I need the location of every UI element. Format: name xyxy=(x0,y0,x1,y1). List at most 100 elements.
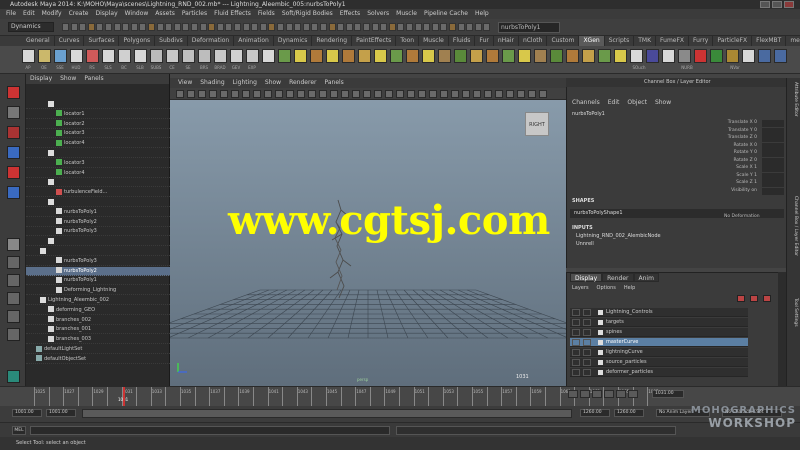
shelf-tool-icon[interactable] xyxy=(614,49,627,63)
channel-attribute-value[interactable] xyxy=(762,172,784,180)
layer-visibility-toggle[interactable] xyxy=(572,349,580,356)
outliner-row[interactable]: Lightning_Aleembic_002 xyxy=(26,296,170,305)
outliner-row[interactable]: nurbsToPoly3 xyxy=(26,227,170,237)
menu-fluid-effects[interactable]: Fluid Effects xyxy=(214,9,251,19)
channel-box-menu-show[interactable]: Show xyxy=(655,98,671,108)
outliner-menu-panels[interactable]: Panels xyxy=(84,74,103,84)
channel-attribute-label[interactable]: Rotate X 0 xyxy=(640,143,760,148)
status-line-icon[interactable] xyxy=(354,23,362,31)
status-line-icon[interactable] xyxy=(182,23,190,31)
viewport-tool-icon[interactable] xyxy=(528,90,536,98)
outliner-row[interactable]: branches_002 xyxy=(26,316,170,325)
viewport-tool-icon[interactable] xyxy=(187,90,195,98)
close-button[interactable] xyxy=(784,1,794,8)
status-line-icon[interactable] xyxy=(87,23,95,31)
menu-create[interactable]: Create xyxy=(69,9,89,19)
status-line-icon[interactable] xyxy=(79,23,87,31)
viewport-menu-view[interactable]: View xyxy=(178,78,192,88)
go-to-end-icon[interactable] xyxy=(628,390,638,398)
shelf-tool-icon[interactable] xyxy=(390,49,403,63)
status-line-icon[interactable] xyxy=(345,23,353,31)
channel-attribute-label[interactable]: Translate Y 0 xyxy=(640,128,760,133)
status-line-icon[interactable] xyxy=(251,23,259,31)
viewport-tool-icon[interactable] xyxy=(385,90,393,98)
viewport-tool-icon[interactable] xyxy=(319,90,327,98)
shelf-tool-icon[interactable] xyxy=(422,49,435,63)
layer-color-swatch[interactable] xyxy=(598,340,603,345)
status-line-icon[interactable] xyxy=(139,23,147,31)
outliner-row[interactable]: branches_003 xyxy=(26,335,170,345)
status-line-icon[interactable] xyxy=(474,23,482,31)
lasso-tool-icon[interactable] xyxy=(7,106,20,119)
viewcube[interactable]: RIGHT xyxy=(525,112,549,136)
shelf-tool-icon[interactable] xyxy=(166,49,179,63)
viewport-menu-panels[interactable]: Panels xyxy=(324,78,343,88)
shelf-tool-icon[interactable] xyxy=(726,49,739,63)
shelf-tool-icon[interactable] xyxy=(566,49,579,63)
status-line-icon[interactable] xyxy=(320,23,327,31)
layer-display-type-toggle[interactable] xyxy=(583,309,591,316)
sidebar-tab[interactable]: Channel Box / Layer Editor xyxy=(793,196,798,256)
status-line-icon[interactable] xyxy=(294,23,302,31)
layer-tab-display[interactable]: Display xyxy=(570,273,603,282)
outliner-row[interactable]: locator2 xyxy=(26,120,170,129)
channel-attribute-label[interactable]: Rotate Z 0 xyxy=(640,158,760,163)
shelf-tab-painteffects[interactable]: PaintEffects xyxy=(352,36,397,46)
channel-attribute-label[interactable]: Visibility on xyxy=(640,188,760,193)
layer-color-swatch[interactable] xyxy=(598,350,603,355)
outliner-row[interactable]: nurbsToPoly1 xyxy=(26,276,170,286)
viewport-tool-icon[interactable] xyxy=(275,90,283,98)
channel-attribute-label[interactable]: Rotate Y 0 xyxy=(640,150,760,155)
layer-row[interactable]: masterCurve xyxy=(570,338,748,347)
status-line-icon[interactable] xyxy=(483,23,491,31)
outliner-row[interactable] xyxy=(26,198,170,207)
status-line-icon[interactable] xyxy=(380,23,388,31)
shelf-tab-nhair[interactable]: nHair xyxy=(494,36,519,46)
menu-display[interactable]: Display xyxy=(96,9,118,19)
layer-visibility-toggle[interactable] xyxy=(572,359,580,366)
shelf-tool-icon[interactable] xyxy=(70,49,83,63)
rotate-tool-icon[interactable] xyxy=(7,166,20,179)
shelf-tab-deformation[interactable]: Deformation xyxy=(188,36,235,46)
channel-attribute-label[interactable]: Scale Y 1 xyxy=(640,173,760,178)
channel-attribute-label[interactable]: Translate X 0 xyxy=(640,120,760,125)
status-line-icon[interactable] xyxy=(397,23,405,31)
layer-visibility-toggle[interactable] xyxy=(572,319,580,326)
viewport-tool-icon[interactable] xyxy=(429,90,437,98)
shelf-tab-animation[interactable]: Animation xyxy=(234,36,274,46)
viewport-tool-icon[interactable] xyxy=(198,90,206,98)
shelf-tool-icon[interactable] xyxy=(38,49,51,63)
channel-attribute-label[interactable]: Scale Z 1 xyxy=(640,180,760,185)
shelf-tool-icon[interactable] xyxy=(118,49,131,63)
outliner-row[interactable]: nurbsToPoly2 xyxy=(26,218,170,227)
channel-attribute-value[interactable] xyxy=(762,120,784,127)
viewport-tool-icon[interactable] xyxy=(484,90,492,98)
shelf-tool-icon[interactable] xyxy=(374,49,387,63)
shelf-tab-surfaces[interactable]: Surfaces xyxy=(84,36,120,46)
channel-attribute-value[interactable] xyxy=(762,157,784,165)
layer-color-swatch[interactable] xyxy=(598,310,603,315)
outliner-row[interactable]: locator3 xyxy=(26,159,170,168)
minimize-button[interactable] xyxy=(760,1,770,8)
select-tool-icon[interactable] xyxy=(7,86,20,99)
shelf-tool-icon[interactable] xyxy=(742,49,755,63)
layer-display-type-toggle[interactable] xyxy=(583,349,591,356)
viewport-tool-icon[interactable] xyxy=(396,90,404,98)
layer-display-type-toggle[interactable] xyxy=(583,319,591,326)
shelf-tab-ncloth[interactable]: nCloth xyxy=(519,36,548,46)
outliner-menu-show[interactable]: Show xyxy=(60,74,76,84)
shelf-tool-icon[interactable] xyxy=(214,49,227,63)
name-field[interactable]: nurbsToPoly1 xyxy=(498,22,560,33)
shelf-tool-icon[interactable] xyxy=(646,49,659,63)
outliner-layout-icon[interactable] xyxy=(7,292,20,305)
viewport-tool-icon[interactable] xyxy=(242,90,250,98)
channel-box-menu-object[interactable]: Object xyxy=(627,98,647,108)
viewport-menu-renderer[interactable]: Renderer xyxy=(289,78,316,88)
layer-row[interactable]: source_particles xyxy=(570,358,748,367)
render-layout-icon[interactable] xyxy=(7,370,20,383)
shelf-tab-general[interactable]: General xyxy=(22,36,55,46)
shelf-tool-icon[interactable] xyxy=(294,49,307,63)
layer-row[interactable]: deformer_particles xyxy=(570,368,748,377)
viewport-tool-icon[interactable] xyxy=(517,90,525,98)
input-item-1[interactable]: Lightning_RND_002_AlembicNode xyxy=(576,233,661,239)
